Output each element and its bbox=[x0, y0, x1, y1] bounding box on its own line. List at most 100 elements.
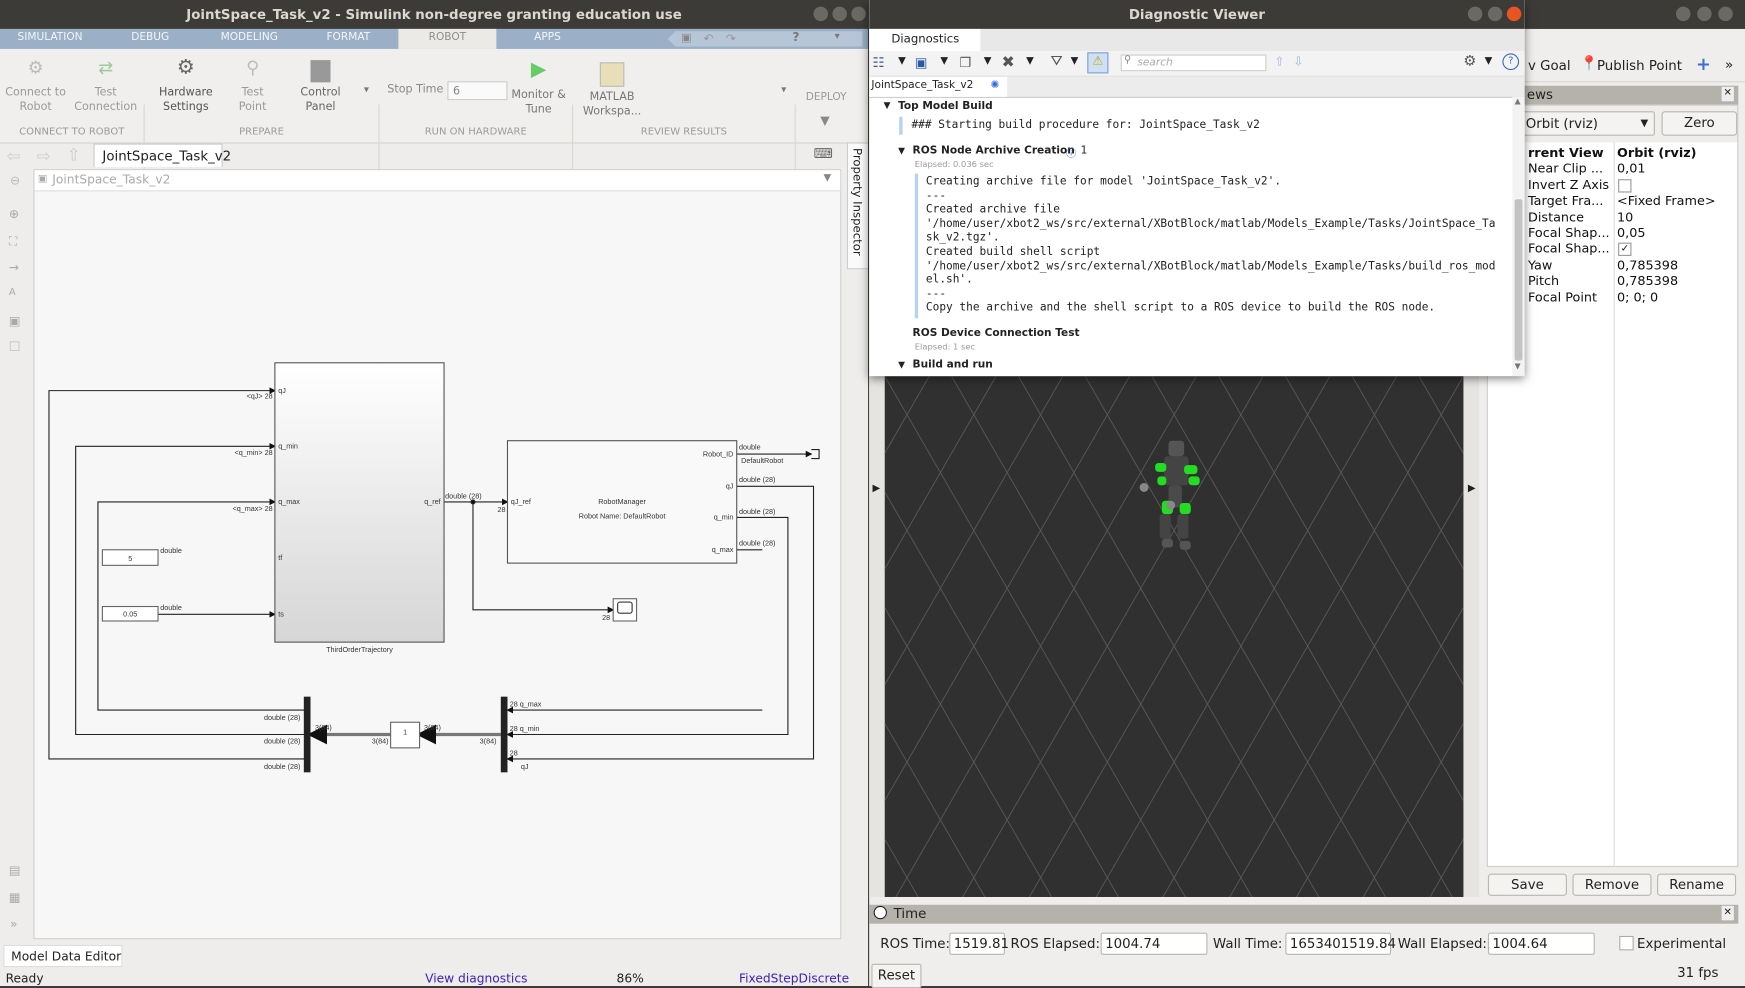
grid-line bbox=[595, 375, 930, 956]
property-inspector-label: Property Inspector bbox=[850, 148, 864, 256]
maximize-button[interactable] bbox=[1487, 6, 1503, 22]
property-name: Yaw bbox=[1527, 256, 1553, 273]
property-value[interactable]: 0,785398 bbox=[1617, 273, 1678, 289]
view-type-dropdown[interactable]: Orbit (rviz) ▼ bbox=[1521, 111, 1655, 136]
model-canvas[interactable]: ▣ JointSpace_Task_v2 ▼ ThirdOrderTraject… bbox=[33, 169, 842, 940]
close-button[interactable] bbox=[851, 6, 866, 22]
zero-button[interactable]: Zero bbox=[1661, 111, 1738, 136]
gear-icon[interactable]: ⚙ bbox=[1463, 53, 1476, 70]
view-diagnostics-link[interactable]: View diagnostics bbox=[425, 972, 527, 986]
scrollbar-thumb[interactable] bbox=[1514, 199, 1523, 361]
signal-label: 28 q_max bbox=[510, 700, 542, 709]
collapse-arrow-icon[interactable]: ▶ bbox=[1468, 483, 1476, 494]
property-value[interactable]: <Fixed Frame> bbox=[1617, 193, 1716, 209]
signal-type: double (28) bbox=[264, 762, 301, 771]
clock-icon bbox=[873, 905, 887, 920]
reset-button[interactable]: Reset bbox=[871, 963, 922, 988]
property-value[interactable]: 0,785398 bbox=[1617, 257, 1678, 273]
close-icon[interactable]: ✕ bbox=[1721, 86, 1734, 102]
ros-elapsed-label: ROS Elapsed: bbox=[1010, 935, 1100, 952]
right-dock-collapse[interactable]: ▶ bbox=[1463, 376, 1480, 897]
signal-type: double (28) bbox=[739, 475, 776, 484]
remove-button[interactable]: Remove bbox=[1572, 873, 1652, 896]
minimize-button[interactable] bbox=[1467, 6, 1483, 22]
wall-time-field[interactable]: 1653401519.84 bbox=[1285, 932, 1396, 955]
bus-creator-right bbox=[500, 696, 508, 773]
view-type-value: Orbit (rviz) bbox=[1525, 115, 1598, 132]
chevron-down-icon[interactable]: ▼ bbox=[984, 56, 992, 67]
property-value[interactable]: 0,05 bbox=[1617, 225, 1646, 241]
chevron-down-icon[interactable]: ▼ bbox=[1026, 56, 1034, 67]
diagnostics-tabbar: Diagnostics bbox=[869, 28, 1525, 52]
warning-filter-icon[interactable]: ⚠ bbox=[1087, 52, 1109, 74]
plus-icon[interactable]: + bbox=[1696, 53, 1711, 74]
filter-icon[interactable]: ⛛ bbox=[1051, 53, 1063, 70]
section-archive-creation[interactable]: ROS Node Archive Creation bbox=[913, 145, 1075, 157]
property-value[interactable]: 0; 0; 0 bbox=[1617, 289, 1658, 305]
left-dock-collapse[interactable]: ▶ bbox=[869, 376, 885, 897]
ros-time-field[interactable]: 1519.81 bbox=[949, 932, 1009, 955]
port-label: q_max bbox=[712, 545, 734, 554]
close-icon[interactable]: ✕ bbox=[1721, 905, 1734, 921]
chevron-down-icon[interactable]: ▼ bbox=[940, 56, 948, 67]
property-checkbox[interactable]: ✓ bbox=[1618, 243, 1632, 257]
property-name: Focal Shap... bbox=[1527, 224, 1610, 241]
chevron-down-icon[interactable]: ▼ bbox=[898, 56, 906, 67]
rviz-title-bar bbox=[1524, 0, 1745, 29]
ros-elapsed-field[interactable]: 1004.74 bbox=[1100, 932, 1208, 955]
expand-all-icon[interactable]: ☷ bbox=[872, 55, 884, 71]
robot-link bbox=[1184, 465, 1198, 475]
arrow-up-icon[interactable]: ⇧ bbox=[1274, 55, 1284, 69]
arrow-down-icon[interactable]: ⇩ bbox=[1293, 55, 1303, 69]
nav-goal-tool[interactable]: v Goal bbox=[1528, 58, 1571, 74]
grid-line bbox=[1262, 375, 1598, 956]
experimental-label: Experimental bbox=[1637, 935, 1727, 952]
port-label: q_min bbox=[714, 513, 734, 522]
collapse-triangle-icon[interactable]: ▼ bbox=[884, 100, 891, 110]
close-button[interactable] bbox=[1506, 6, 1522, 22]
property-value[interactable]: Orbit (rviz) bbox=[1617, 145, 1697, 161]
minimize-button[interactable] bbox=[1675, 6, 1691, 22]
search-input[interactable]: search bbox=[1120, 54, 1267, 72]
property-inspector-tab[interactable]: Property Inspector bbox=[846, 142, 869, 270]
more-tools-button[interactable]: » bbox=[1725, 57, 1733, 73]
archive-log-line: Created archive file bbox=[925, 203, 1060, 217]
clear-icon[interactable]: ✖ bbox=[1002, 53, 1015, 71]
copy-icon[interactable]: ❐ bbox=[959, 55, 971, 71]
collapse-arrow-icon[interactable]: ▶ bbox=[872, 483, 880, 494]
chevron-down-icon[interactable]: ▼ bbox=[1071, 56, 1079, 67]
grid-line bbox=[817, 375, 1153, 956]
property-value[interactable]: 0,01 bbox=[1617, 161, 1646, 177]
property-checkbox[interactable] bbox=[1618, 178, 1632, 193]
save-icon[interactable]: ▣ bbox=[915, 55, 928, 71]
model-tab[interactable]: JointSpace_Task_v2 ✺ bbox=[869, 76, 1008, 97]
chevron-down-icon[interactable]: ▼ bbox=[1485, 56, 1493, 67]
signal-label: qJ bbox=[521, 762, 529, 771]
tab-diagnostics[interactable]: Diagnostics bbox=[869, 28, 981, 52]
signal-dim: 28 bbox=[602, 613, 610, 622]
section-top-model-build[interactable]: Top Model Build bbox=[898, 100, 993, 112]
experimental-checkbox[interactable] bbox=[1619, 935, 1634, 951]
views-title: ews bbox=[1526, 86, 1553, 103]
publish-point-tool[interactable]: Publish Point bbox=[1597, 58, 1682, 74]
port-label: q_min bbox=[278, 441, 298, 450]
section-connection-test[interactable]: ROS Device Connection Test bbox=[913, 327, 1080, 339]
section-build-and-run[interactable]: Build and run bbox=[913, 358, 993, 370]
diagnostics-toolbar: ☷ ▼ ▣ ▼ ❐ ▼ ✖ ▼ ⛛ ▼ ⚠ search ⚲ ⇧ ⇩ ⚙ ▼ ? bbox=[869, 51, 1525, 77]
archive-log-line: '/home/user/xbot2_ws/src/external/XBotBl… bbox=[925, 259, 1496, 273]
wall-elapsed-field[interactable]: 1004.64 bbox=[1487, 932, 1595, 955]
robot-model bbox=[1139, 440, 1200, 550]
maximize-button[interactable] bbox=[1697, 6, 1712, 22]
rename-button[interactable]: Rename bbox=[1657, 873, 1737, 896]
solver-link[interactable]: FixedStepDiscrete bbox=[739, 972, 849, 986]
close-button[interactable] bbox=[1718, 6, 1733, 22]
collapse-triangle-icon[interactable]: ▼ bbox=[898, 359, 905, 369]
model-data-editor-tab[interactable]: Model Data Editor bbox=[3, 944, 123, 968]
help-icon[interactable]: ? bbox=[1502, 53, 1520, 71]
collapse-triangle-icon[interactable]: ▼ bbox=[898, 146, 905, 156]
scrollbar[interactable]: ▲ ▼ bbox=[1512, 96, 1525, 377]
save-button[interactable]: Save bbox=[1487, 873, 1567, 896]
3d-render-view[interactable] bbox=[327, 375, 1745, 956]
property-value[interactable]: 10 bbox=[1617, 209, 1633, 225]
robot-link bbox=[1179, 503, 1191, 515]
